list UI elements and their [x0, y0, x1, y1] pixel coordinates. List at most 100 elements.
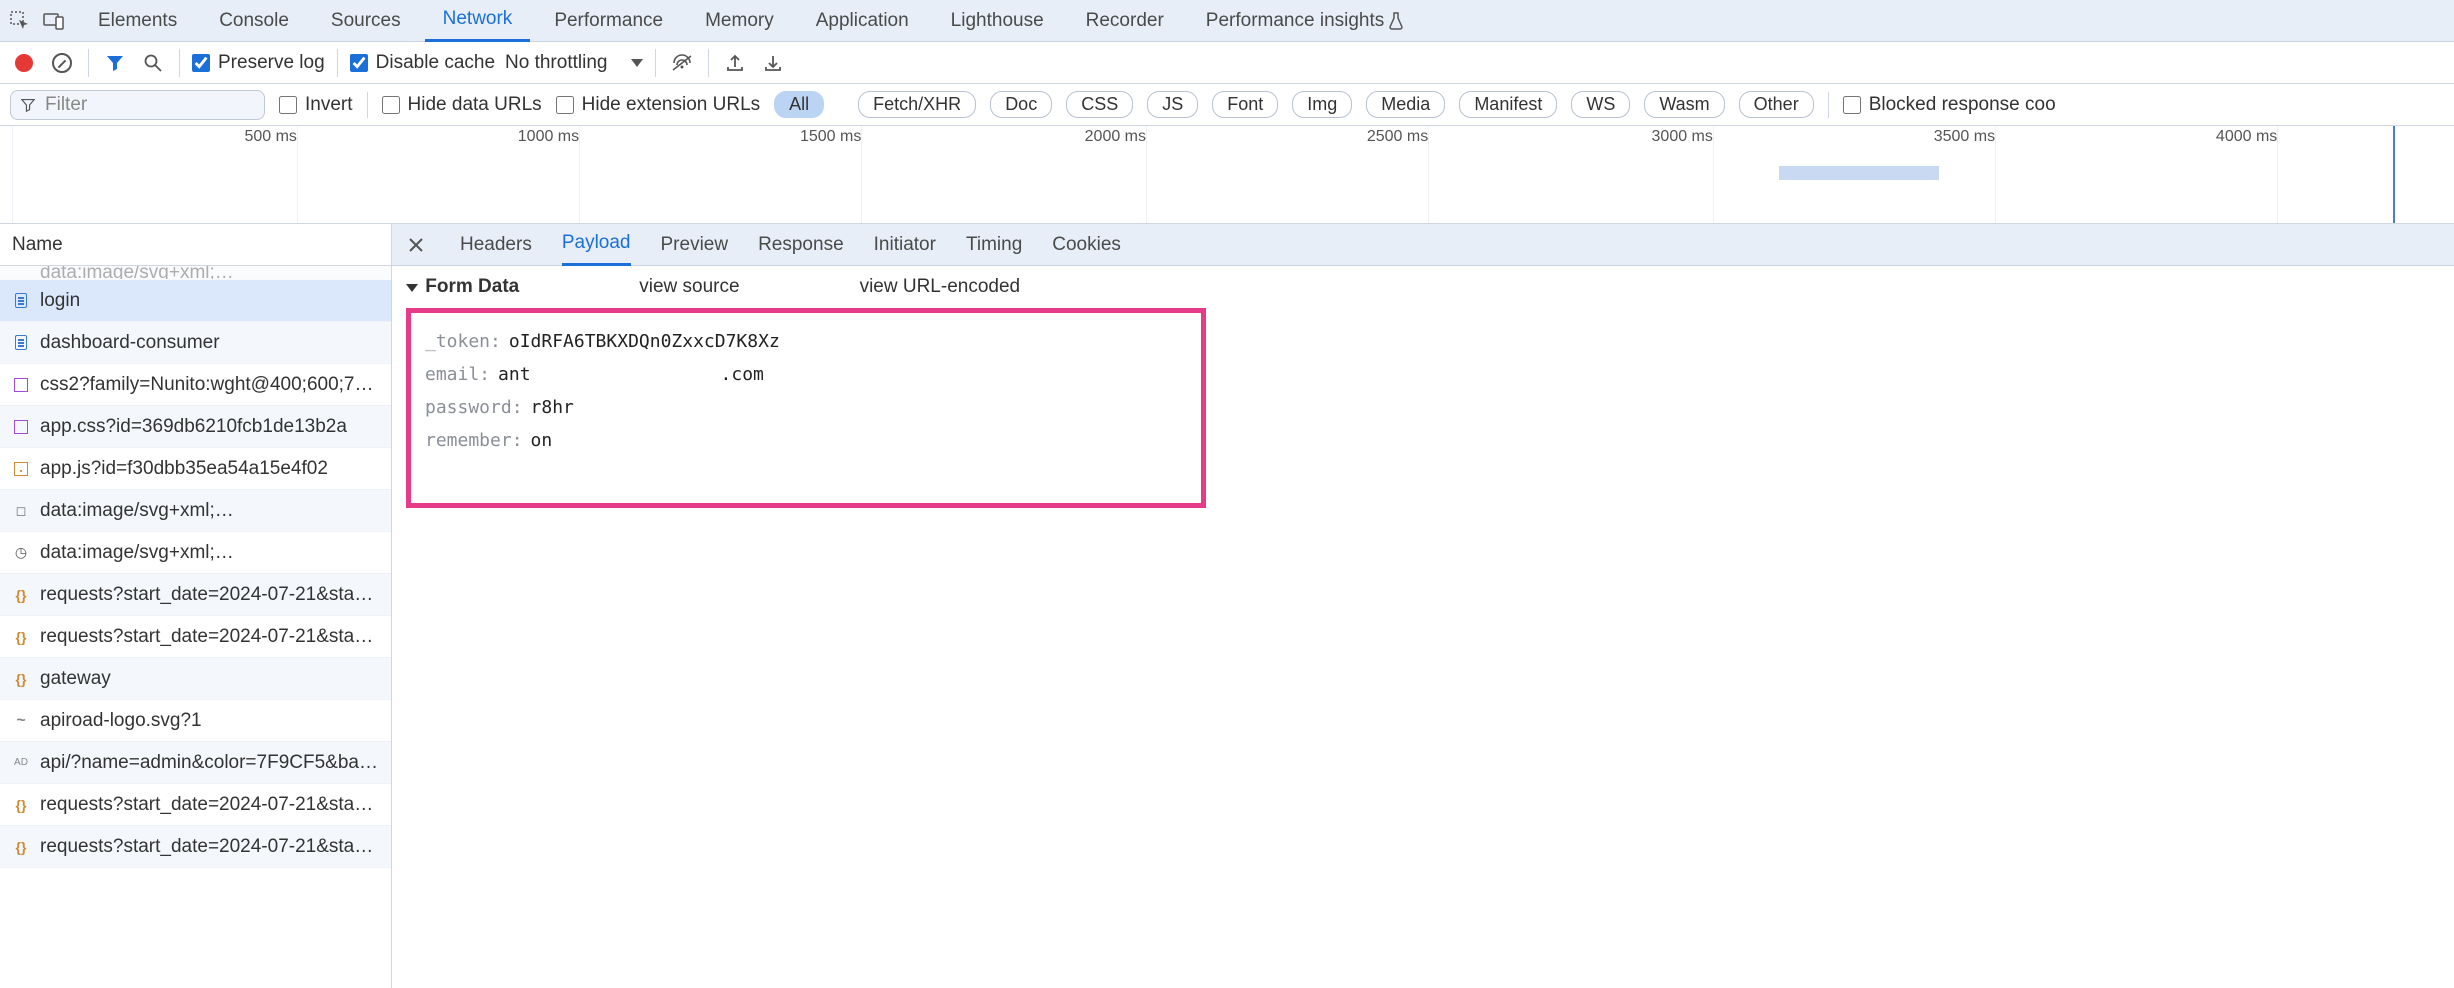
document-icon	[15, 293, 27, 308]
list-item[interactable]: ADapi/?name=admin&color=7F9CF5&backgroun…	[0, 742, 391, 784]
timeline-tick: 1000 ms	[518, 128, 579, 146]
detail-tab-timing[interactable]: Timing	[966, 224, 1022, 266]
tab-application[interactable]: Application	[798, 0, 927, 42]
tab-elements[interactable]: Elements	[80, 0, 195, 42]
separator	[179, 49, 180, 77]
devtools-main-tabs: Elements Console Sources Network Perform…	[0, 0, 2454, 42]
form-data-toggle[interactable]: Form Data	[406, 276, 519, 298]
detail-tab-cookies[interactable]: Cookies	[1052, 224, 1121, 266]
list-item[interactable]: dashboard-consumer	[0, 322, 391, 364]
hide-ext-urls-input[interactable]	[556, 96, 574, 114]
detail-tab-response[interactable]: Response	[758, 224, 844, 266]
chip-js[interactable]: JS	[1147, 91, 1198, 118]
hide-ext-urls-label: Hide extension URLs	[582, 94, 760, 116]
separator	[367, 92, 368, 118]
list-item[interactable]: apiroad-logo.svg?1	[0, 700, 391, 742]
tab-performance[interactable]: Performance	[536, 0, 681, 42]
list-item[interactable]: data:image/svg+xml;…	[0, 490, 391, 532]
hide-data-urls-checkbox[interactable]: Hide data URLs	[382, 94, 542, 116]
chip-fetch-xhr[interactable]: Fetch/XHR	[858, 91, 976, 118]
chip-media[interactable]: Media	[1366, 91, 1445, 118]
list-item[interactable]: data:image/svg+xml;…	[0, 266, 391, 280]
chip-img[interactable]: Img	[1292, 91, 1352, 118]
chip-manifest[interactable]: Manifest	[1459, 91, 1557, 118]
network-timeline[interactable]: 500 ms 1000 ms 1500 ms 2000 ms 2500 ms 3…	[0, 126, 2454, 224]
chip-other[interactable]: Other	[1739, 91, 1814, 118]
view-source-link[interactable]: view source	[639, 276, 739, 298]
json-icon	[12, 628, 30, 646]
list-item[interactable]: css2?family=Nunito:wght@400;600;700&dis…	[0, 364, 391, 406]
tab-recorder[interactable]: Recorder	[1068, 0, 1182, 42]
tab-console[interactable]: Console	[201, 0, 307, 42]
timeline-activity-bar	[1779, 166, 1939, 180]
chip-css[interactable]: CSS	[1066, 91, 1133, 118]
chip-wasm[interactable]: Wasm	[1644, 91, 1724, 118]
blocked-response-input[interactable]	[1843, 96, 1861, 114]
tab-lighthouse[interactable]: Lighthouse	[933, 0, 1062, 42]
device-toolbar-icon[interactable]	[40, 7, 68, 35]
css-icon	[14, 378, 28, 392]
filter-input[interactable]: Filter	[10, 90, 265, 120]
preserve-log-input[interactable]	[192, 54, 210, 72]
disable-cache-input[interactable]	[350, 54, 368, 72]
hide-ext-urls-checkbox[interactable]: Hide extension URLs	[556, 94, 760, 116]
clock-icon	[12, 544, 30, 562]
form-field-password: password: r8hrxxxxxxxxxxxxxx	[425, 391, 1187, 424]
throttling-select[interactable]: No throttling	[505, 52, 643, 74]
list-item[interactable]: requests?start_date=2024-07-21&start_tim…	[0, 616, 391, 658]
request-list-header[interactable]: Name	[0, 224, 391, 266]
form-field-token: _token: oIdRFA6TBKXDQn0ZxxcD7K8Xzxxxxxxx…	[425, 325, 1187, 358]
detail-tab-initiator[interactable]: Initiator	[874, 224, 936, 266]
invert-input[interactable]	[279, 96, 297, 114]
request-detail-pane: Headers Payload Preview Response Initiat…	[392, 224, 2454, 988]
preserve-log-label: Preserve log	[218, 52, 325, 74]
view-url-encoded-link[interactable]: view URL-encoded	[860, 276, 1021, 298]
blocked-response-checkbox[interactable]: Blocked response coo	[1843, 94, 2056, 116]
timeline-tick: 2000 ms	[1085, 128, 1146, 146]
json-icon	[12, 670, 30, 688]
caret-down-icon	[406, 284, 418, 292]
hide-data-urls-input[interactable]	[382, 96, 400, 114]
export-har-icon[interactable]	[721, 49, 749, 77]
timeline-tick: 3500 ms	[1934, 128, 1995, 146]
tab-network[interactable]: Network	[425, 0, 531, 42]
image-icon: AD	[12, 754, 30, 772]
import-har-icon[interactable]	[759, 49, 787, 77]
invert-checkbox[interactable]: Invert	[279, 94, 353, 116]
chip-doc[interactable]: Doc	[990, 91, 1052, 118]
list-item[interactable]: requests?start_date=2024-07-21&start_tim…	[0, 574, 391, 616]
list-item[interactable]: gateway	[0, 658, 391, 700]
list-item[interactable]: requests?start_date=2024-07-21&start_tim…	[0, 784, 391, 826]
chip-ws[interactable]: WS	[1571, 91, 1630, 118]
timeline-tick: 2500 ms	[1367, 128, 1428, 146]
chip-all[interactable]: All	[774, 91, 824, 118]
list-item[interactable]: app.js?id=f30dbb35ea54a15e4f02	[0, 448, 391, 490]
inspect-element-icon[interactable]	[6, 7, 34, 35]
detail-tab-preview[interactable]: Preview	[661, 224, 729, 266]
tab-memory[interactable]: Memory	[687, 0, 792, 42]
record-button[interactable]	[10, 49, 38, 77]
detail-tab-headers[interactable]: Headers	[460, 224, 532, 266]
disable-cache-label: Disable cache	[376, 52, 495, 74]
funnel-icon	[21, 98, 35, 112]
search-icon[interactable]	[139, 49, 167, 77]
detail-tab-payload[interactable]: Payload	[562, 224, 631, 266]
filter-toggle-icon[interactable]	[101, 49, 129, 77]
close-detail-button[interactable]	[406, 235, 426, 255]
list-item[interactable]: login	[0, 280, 391, 322]
list-item[interactable]: requests?start_date=2024-07-21&start_tim…	[0, 826, 391, 868]
throttling-label: No throttling	[505, 52, 607, 74]
tab-performance-insights[interactable]: Performance insights	[1188, 0, 1422, 42]
js-icon	[14, 462, 28, 476]
clear-button[interactable]	[48, 49, 76, 77]
disable-cache-checkbox[interactable]: Disable cache	[350, 52, 495, 74]
preserve-log-checkbox[interactable]: Preserve log	[192, 52, 325, 74]
network-conditions-icon[interactable]	[668, 49, 696, 77]
separator	[655, 49, 656, 77]
list-item[interactable]: app.css?id=369db6210fcb1de13b2a	[0, 406, 391, 448]
tab-sources[interactable]: Sources	[313, 0, 419, 42]
chip-font[interactable]: Font	[1212, 91, 1278, 118]
list-item[interactable]: data:image/svg+xml;…	[0, 532, 391, 574]
request-list-body: data:image/svg+xml;… login dashboard-con…	[0, 266, 391, 868]
filter-placeholder: Filter	[45, 94, 87, 116]
